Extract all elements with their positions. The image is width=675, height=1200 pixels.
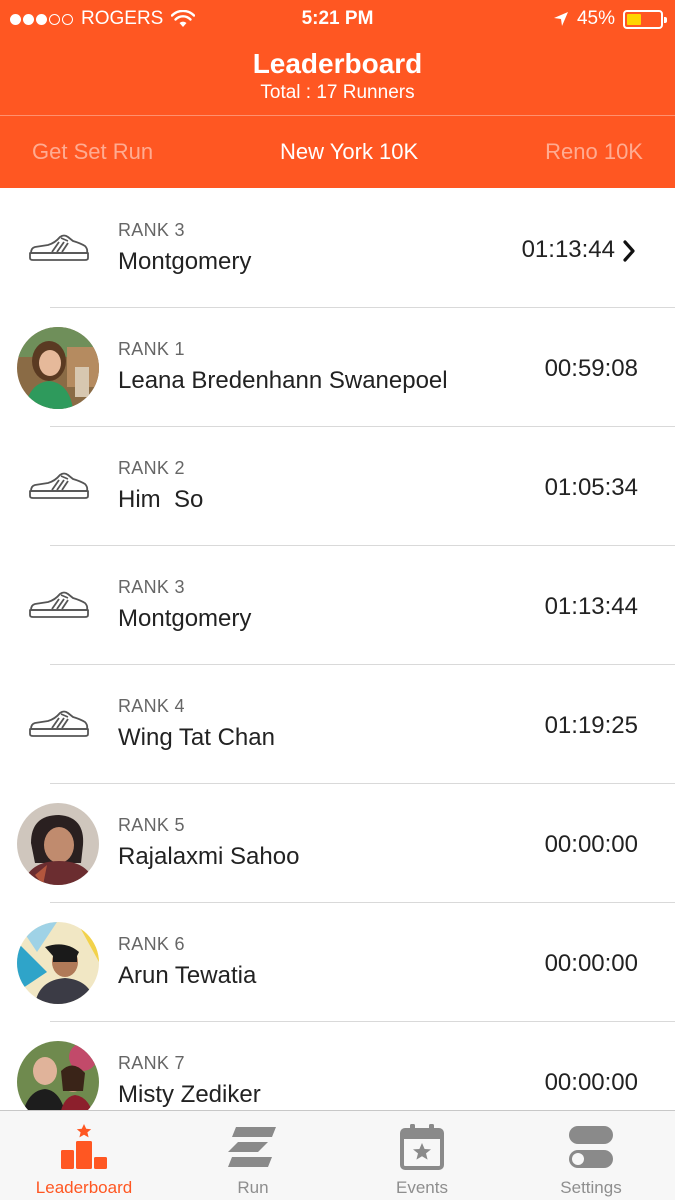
toggles-icon	[569, 1126, 613, 1168]
tab-get-set-run[interactable]: Get Set Run	[32, 139, 153, 165]
tabbar-item-leaderboard[interactable]: Leaderboard	[0, 1111, 168, 1200]
tab-reno-10k[interactable]: Reno 10K	[545, 139, 643, 165]
runner-name: Arun Tewatia	[118, 962, 257, 989]
finish-time: 01:13:44	[521, 236, 615, 263]
avatar-photo	[17, 922, 99, 1004]
leaderboard-row[interactable]: RANK 2 Him So 01:05:34	[0, 427, 675, 546]
finish-time: 01:19:25	[544, 712, 638, 739]
location-arrow-icon	[553, 12, 568, 26]
header-title-block: Leaderboard Total : 17 Runners	[0, 46, 675, 104]
leaderboard-list: RANK 3 Montgomery 01:13:44 RANK 1 Leana …	[0, 189, 675, 1141]
runner-name: Misty Zediker	[118, 1081, 261, 1108]
event-tabs: Get Set Run New York 10K Reno 10K	[0, 116, 675, 188]
app-header: ROGERS 5:21 PM 45% Leaderboard Total : 1…	[0, 0, 675, 188]
avatar-photo	[17, 327, 99, 409]
tab-new-york-10k[interactable]: New York 10K	[280, 139, 418, 165]
runner-name: Rajalaxmi Sahoo	[118, 843, 300, 870]
page-title: Leaderboard	[252, 48, 423, 79]
finish-time: 01:05:34	[544, 474, 638, 501]
shoe-icon	[28, 232, 90, 264]
bottom-tab-bar: Leaderboard Run Events Settings	[0, 1110, 675, 1200]
battery-percent: 45%	[576, 8, 615, 29]
battery-level-fill	[627, 13, 641, 25]
rank-label: RANK 2	[118, 458, 185, 478]
calendar-star-icon	[400, 1124, 444, 1170]
tabbar-item-settings[interactable]: Settings	[507, 1111, 675, 1200]
shoe-icon	[28, 589, 90, 621]
page-subtitle: Total : 17 Runners	[260, 82, 415, 103]
finish-time: 00:00:00	[544, 950, 638, 977]
leaderboard-row[interactable]: RANK 3 Montgomery 01:13:44	[0, 546, 675, 665]
rank-label: RANK 7	[118, 1053, 185, 1073]
runner-name: Leana Bredenhann Swanepoel	[118, 367, 448, 394]
finish-time: 01:13:44	[544, 593, 638, 620]
runner-name: Him So	[118, 486, 204, 513]
avatar-photo	[17, 803, 99, 885]
chevron-right-icon[interactable]	[621, 239, 637, 263]
rank-label: RANK 1	[118, 339, 185, 359]
avatar	[17, 327, 99, 409]
finish-time: 00:00:00	[544, 1069, 638, 1096]
leaderboard-row[interactable]: RANK 6 Arun Tewatia 00:00:00	[0, 903, 675, 1022]
rank-label: RANK 6	[118, 934, 185, 954]
leaderboard-row[interactable]: RANK 1 Leana Bredenhann Swanepoel 00:59:…	[0, 308, 675, 427]
tabbar-label: Run	[237, 1178, 269, 1197]
leaderboard-row[interactable]: RANK 5 Rajalaxmi Sahoo 00:00:00	[0, 784, 675, 903]
podium-icon	[61, 1124, 107, 1169]
tabbar-label: Settings	[560, 1178, 622, 1197]
runner-name: Montgomery	[118, 605, 252, 632]
tabbar-item-run[interactable]: Run	[169, 1111, 337, 1200]
leaderboard-row-highlight[interactable]: RANK 3 Montgomery 01:13:44	[0, 189, 675, 308]
avatar	[17, 922, 99, 1004]
shoe-icon	[28, 470, 90, 502]
rank-label: RANK 5	[118, 815, 185, 835]
run-logo-icon	[228, 1127, 276, 1167]
tabbar-item-events[interactable]: Events	[338, 1111, 506, 1200]
battery-icon	[623, 9, 667, 29]
leaderboard-row[interactable]: RANK 4 Wing Tat Chan 01:19:25	[0, 665, 675, 784]
avatar	[17, 803, 99, 885]
tabbar-label: Events	[396, 1178, 448, 1197]
runner-name: Wing Tat Chan	[118, 724, 275, 751]
finish-time: 00:59:08	[544, 355, 638, 382]
rank-label: RANK 3	[118, 220, 185, 240]
shoe-icon	[28, 708, 90, 740]
runner-name: Montgomery	[118, 248, 252, 275]
rank-label: RANK 4	[118, 696, 185, 716]
finish-time: 00:00:00	[544, 831, 638, 858]
rank-label: RANK 3	[118, 577, 185, 597]
status-bar: ROGERS 5:21 PM 45%	[0, 0, 675, 40]
status-right: 45%	[553, 8, 667, 30]
tabbar-label: Leaderboard	[35, 1178, 133, 1197]
